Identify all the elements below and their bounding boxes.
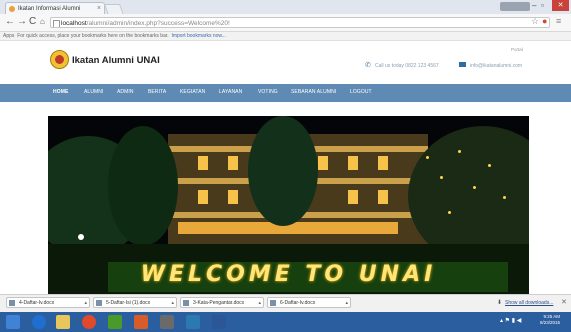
nav-layanan[interactable]: LAYANAN <box>219 89 242 95</box>
chrome-icon[interactable] <box>82 315 96 329</box>
email-text: info@ikatanalumni.com <box>470 63 523 69</box>
maximize-icon[interactable]: ▫ <box>541 1 544 10</box>
nav-sebaran-alumni[interactable]: SEBARAN ALUMNI <box>291 89 336 95</box>
document-icon <box>96 300 102 306</box>
site-title[interactable]: Ikatan Alumni UNAI <box>72 55 160 66</box>
bookmarks-hint: For quick access, place your bookmarks h… <box>17 33 169 39</box>
nav-home[interactable]: HOME <box>53 89 68 95</box>
portal-label: Portal <box>511 47 523 52</box>
page-icon <box>53 20 60 27</box>
document-icon <box>9 300 15 306</box>
forward-icon[interactable]: → <box>17 16 27 28</box>
extension-icon[interactable]: ● <box>542 16 547 26</box>
nav-alumni[interactable]: ALUMNI <box>84 89 104 95</box>
download-item[interactable]: 3-Kata-Pengantar.docx ▴ <box>180 297 264 308</box>
show-all-downloads-link[interactable]: Show all downloads... <box>505 300 553 306</box>
bookmark-star-icon[interactable]: ☆ <box>531 16 539 27</box>
start-button-icon[interactable] <box>6 315 20 329</box>
document-icon <box>270 300 276 306</box>
tab-title: Ikatan Informasi Alumni <box>18 6 81 12</box>
system-tray-icons[interactable]: ▴ ⚑ ▮ ◀ <box>500 318 521 324</box>
file-explorer-icon[interactable] <box>56 315 70 329</box>
minimize-icon[interactable]: – <box>532 1 536 10</box>
phone-icon: ✆ <box>365 62 371 69</box>
url-path: /alumni/admin/index.php?success=Welcome%… <box>86 20 230 27</box>
tab-close-icon[interactable]: × <box>97 3 101 14</box>
apps-shortcut[interactable]: Apps <box>3 33 14 39</box>
window-close-icon[interactable]: ✕ <box>552 0 569 11</box>
chevron-up-icon[interactable]: ▴ <box>171 298 174 307</box>
bookmarks-bar: Apps For quick access, place your bookma… <box>0 32 571 41</box>
download-filename: 5-Daftar-Isi (1).docx <box>106 300 151 306</box>
browser-tab[interactable]: Ikatan Informasi Alumni × <box>5 2 105 14</box>
nav-voting[interactable]: VOTING <box>258 89 278 95</box>
url-host: localhost <box>61 20 87 27</box>
download-item[interactable]: 5-Daftar-Isi (1).docx ▴ <box>93 297 177 308</box>
download-filename: 4-Daftar-Iv.docx <box>19 300 55 306</box>
logo-icon[interactable] <box>50 50 69 69</box>
clock[interactable]: 9:25 AM 8/23/2015 <box>540 314 560 326</box>
clock-date: 8/23/2015 <box>540 320 561 325</box>
address-bar[interactable]: localhost/alumni/admin/index.php?success… <box>50 17 550 28</box>
app-icon[interactable] <box>160 315 174 329</box>
menu-icon[interactable]: ≡ <box>556 16 561 26</box>
phone-text: Call us today 0822 123 4567 <box>375 63 439 69</box>
mail-icon <box>459 62 466 67</box>
reload-icon[interactable]: C <box>29 16 36 28</box>
word-icon[interactable] <box>212 315 226 329</box>
document-icon <box>183 300 189 306</box>
profile-button[interactable] <box>500 2 530 11</box>
nav-admin[interactable]: ADMIN <box>117 89 134 95</box>
media-icon[interactable] <box>186 315 200 329</box>
hero-image: WELCOME TO UNAI <box>48 116 529 294</box>
hero-welcome-text: WELCOME TO UNAI <box>140 262 437 287</box>
app-icon[interactable] <box>108 315 122 329</box>
nav-kegiatan[interactable]: KEGIATAN <box>180 89 205 95</box>
office-icon[interactable] <box>134 315 148 329</box>
chevron-up-icon[interactable]: ▴ <box>345 298 348 307</box>
back-icon[interactable]: ← <box>5 16 15 28</box>
nav-berita[interactable]: BERITA <box>148 89 166 95</box>
internet-explorer-icon[interactable] <box>32 315 46 329</box>
chevron-up-icon[interactable]: ▴ <box>84 298 87 307</box>
import-bookmarks-link[interactable]: Import bookmarks now... <box>171 33 225 39</box>
download-filename: 3-Kata-Pengantar.docx <box>193 300 245 306</box>
download-filename: 6-Daftar-Iv.docx <box>280 300 316 306</box>
download-arrow-icon: ⬇ <box>497 300 503 306</box>
chevron-up-icon[interactable]: ▴ <box>258 298 261 307</box>
nav-logout[interactable]: LOGOUT <box>350 89 372 95</box>
download-item[interactable]: 4-Daftar-Iv.docx ▴ <box>6 297 90 308</box>
home-icon[interactable]: ⌂ <box>40 16 45 28</box>
download-item[interactable]: 6-Daftar-Iv.docx ▴ <box>267 297 351 308</box>
downloads-close-icon[interactable]: ✕ <box>561 298 567 306</box>
favicon-icon <box>9 6 15 12</box>
